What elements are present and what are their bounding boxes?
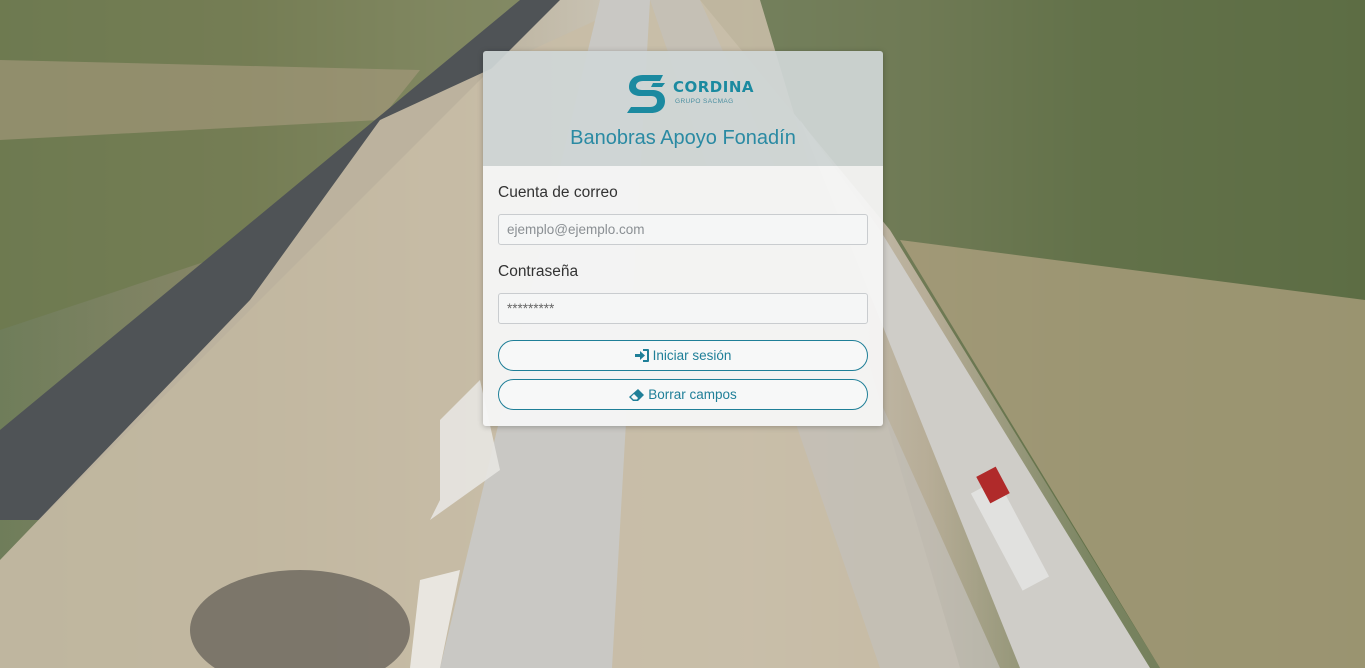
clear-button[interactable]: Borrar campos [498,379,868,410]
page-title: Banobras Apoyo Fonadín [570,127,796,149]
email-field[interactable] [498,214,868,245]
password-label: Contraseña [498,263,579,280]
password-field[interactable] [498,293,868,324]
email-label: Cuenta de correo [498,184,618,201]
login-form: Cuenta de correo Contraseña Iniciar sesi… [483,166,883,426]
logo-text: CORDINA [673,78,755,96]
login-button[interactable]: Iniciar sesión [498,340,868,371]
login-button-label: Iniciar sesión [652,348,732,363]
clear-button-label: Borrar campos [648,387,737,402]
cordina-logo-icon [627,75,665,113]
cordina-logo: CORDINA GRUPO SACMAG [623,69,754,117]
sign-in-icon [634,349,649,362]
eraser-icon [629,388,645,401]
login-card: CORDINA GRUPO SACMAG Banobras Apoyo Fona… [483,51,883,426]
logo-subtext: GRUPO SACMAG [675,98,734,105]
login-card-header: CORDINA GRUPO SACMAG Banobras Apoyo Fona… [483,51,883,166]
